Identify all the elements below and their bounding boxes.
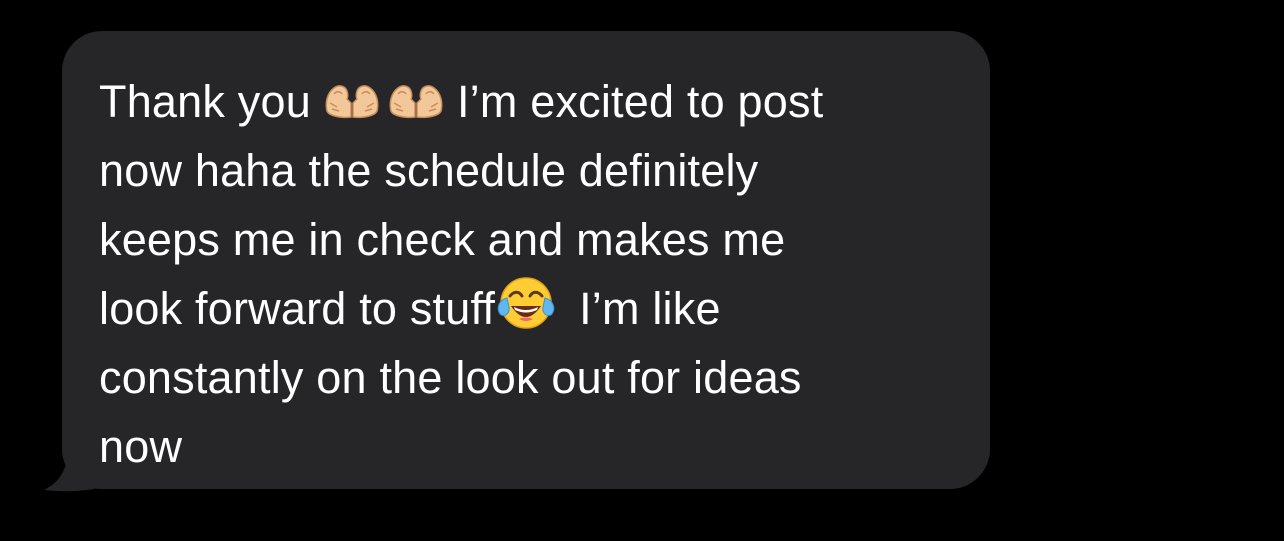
message-text: Thank you I’m excited to post now haha t… (99, 67, 950, 481)
heart-hands-emoji-icon (323, 73, 381, 142)
message-text-segment: I’m like (579, 283, 721, 334)
message-bubble-received[interactable]: Thank you I’m excited to post now haha t… (62, 31, 990, 489)
message-text-segment: Thank you (99, 76, 311, 127)
message-line-6: now (99, 421, 183, 472)
face-with-tears-of-joy-emoji-icon (495, 274, 557, 349)
message-line-3: keeps me in check and makes me (99, 214, 786, 265)
message-line-5: constantly on the look out for ideas (99, 352, 802, 403)
message-text-segment: I’m excited to post (456, 76, 824, 127)
heart-hands-emoji-icon (387, 73, 445, 142)
message-text-segment: look forward to stuff (99, 283, 496, 334)
message-line-4: look forward to stuff I’m like (99, 274, 950, 343)
message-line-1: Thank you I’m excited to post (99, 67, 950, 136)
message-line-2: now haha the schedule definitely (99, 145, 759, 196)
